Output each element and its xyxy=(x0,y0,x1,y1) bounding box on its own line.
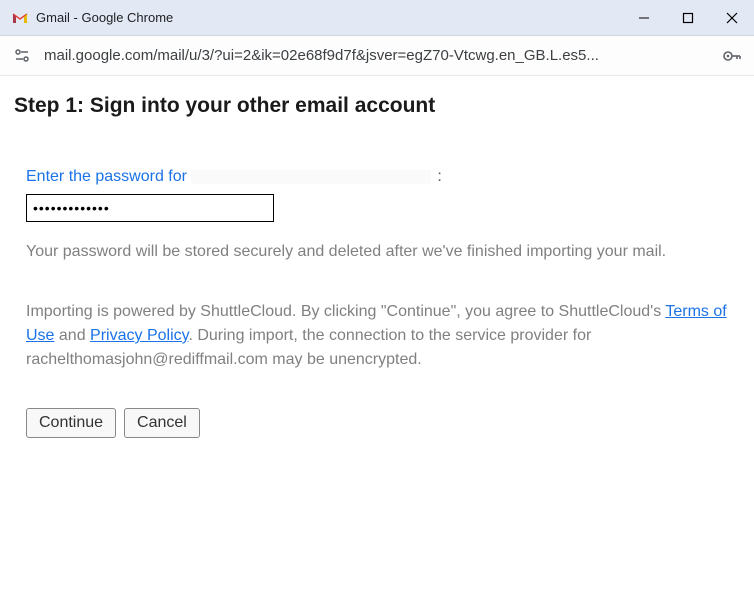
maximize-button[interactable] xyxy=(678,8,698,28)
cancel-button[interactable]: Cancel xyxy=(124,408,200,438)
url-text[interactable]: mail.google.com/mail/u/3/?ui=2&ik=02e68f… xyxy=(44,47,710,64)
form-area: Enter the password for : Your password w… xyxy=(14,168,740,438)
gmail-logo-icon xyxy=(12,10,28,26)
disclosure-part2: and xyxy=(54,327,90,344)
continue-button[interactable]: Continue xyxy=(26,408,116,438)
storage-note: Your password will be stored securely an… xyxy=(26,240,740,264)
close-button[interactable] xyxy=(722,8,742,28)
password-label-prefix: Enter the password for xyxy=(26,168,191,185)
button-row: Continue Cancel xyxy=(26,408,740,438)
password-key-icon[interactable] xyxy=(720,44,744,68)
address-bar: mail.google.com/mail/u/3/?ui=2&ik=02e68f… xyxy=(0,36,754,76)
privacy-policy-link[interactable]: Privacy Policy xyxy=(90,327,188,344)
site-settings-icon[interactable] xyxy=(10,44,34,68)
window-titlebar: Gmail - Google Chrome xyxy=(0,0,754,36)
window-controls xyxy=(634,8,742,28)
password-label-suffix: : xyxy=(437,168,441,185)
disclosure-text: Importing is powered by ShuttleCloud. By… xyxy=(26,300,740,372)
password-label: Enter the password for : xyxy=(26,168,740,186)
minimize-button[interactable] xyxy=(634,8,654,28)
disclosure-part1: Importing is powered by ShuttleCloud. By… xyxy=(26,303,665,320)
page-heading: Step 1: Sign into your other email accou… xyxy=(14,94,740,118)
password-input[interactable] xyxy=(26,194,274,222)
obscured-email xyxy=(191,170,431,184)
window-title: Gmail - Google Chrome xyxy=(36,10,634,25)
page-content: Step 1: Sign into your other email accou… xyxy=(0,76,754,456)
